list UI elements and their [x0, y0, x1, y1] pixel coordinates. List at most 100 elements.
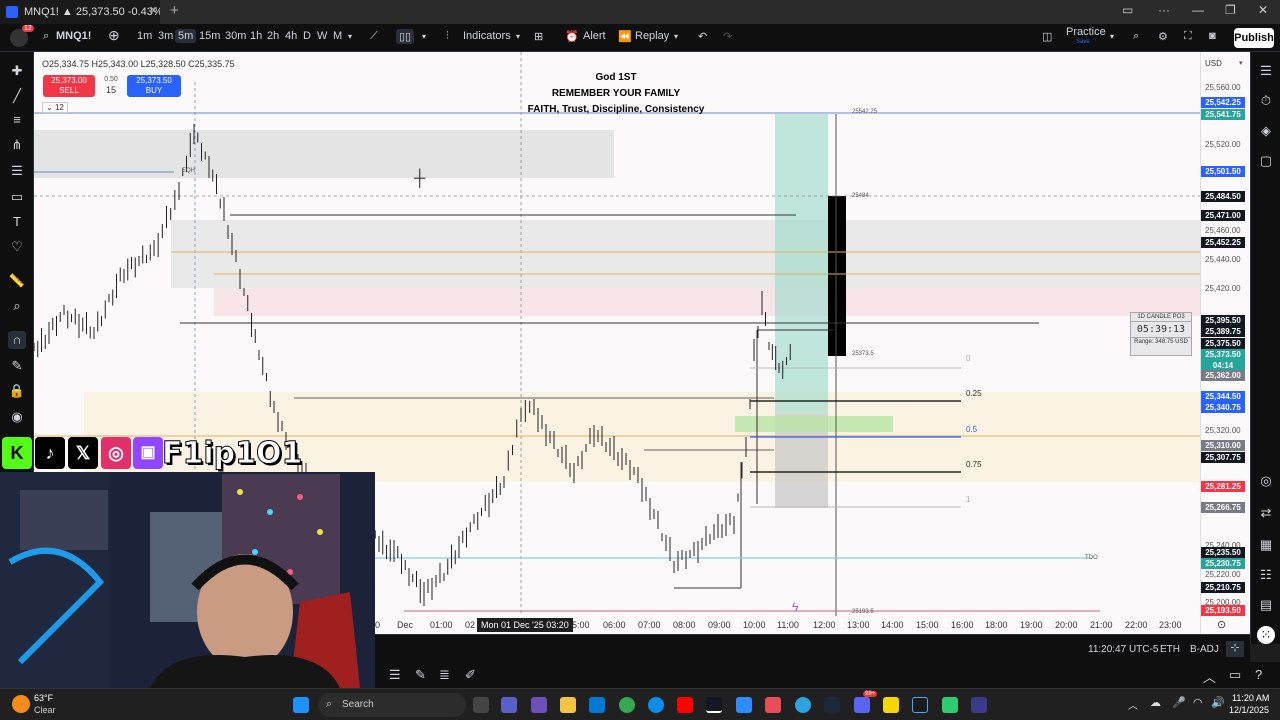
indicators-icon[interactable]: ⫶ [446, 30, 449, 43]
interval-d[interactable]: D [303, 30, 311, 42]
text-tool-icon[interactable]: T [8, 213, 26, 231]
target-icon[interactable]: ◎ [1257, 472, 1275, 490]
order-quantity[interactable]: 0.50 15 [98, 74, 124, 96]
replay-dropdown-icon[interactable]: ▾ [674, 32, 678, 41]
alert-clock-icon[interactable]: ⏰ [565, 30, 579, 43]
magnet-icon[interactable]: ∩ [8, 331, 26, 349]
edge-icon[interactable] [648, 697, 664, 713]
browser-tab[interactable]: MNQ1! ▲ 25,373.50 -0.43% / Pr [0, 0, 160, 24]
sell-button[interactable]: 25,373.00 SELL [43, 75, 95, 97]
taskbar-time[interactable]: 11:20 AM [1232, 693, 1269, 703]
settings-gear-icon[interactable]: ⚙ [1158, 30, 1168, 43]
price-axis[interactable]: USD ▾ 25,560.00 25,520.00 25,460.00 25,4… [1200, 52, 1250, 634]
weather-desc[interactable]: Clear [34, 705, 56, 715]
indicator-legend-toggle[interactable]: ⌄ 12 [42, 102, 68, 113]
apps-grid-icon[interactable]: ⁙ [1257, 626, 1275, 644]
publish-button[interactable]: Publish [1234, 28, 1274, 48]
currency-label[interactable]: USD [1205, 59, 1222, 68]
steam-icon[interactable] [824, 697, 840, 713]
redo-icon[interactable]: ↷ [723, 30, 732, 43]
zoom-app-icon[interactable] [736, 697, 752, 713]
favorites-heart-icon[interactable]: ♡ [8, 238, 26, 256]
camera-icon[interactable]: ◙ [1209, 30, 1216, 42]
onedrive-icon[interactable]: ☁ [1150, 696, 1161, 709]
task-view-icon[interactable] [473, 697, 489, 713]
interval-4h[interactable]: 4h [285, 30, 297, 42]
edit-lines-icon[interactable]: ≣ [439, 667, 450, 683]
sticky-notes-icon[interactable] [883, 697, 899, 713]
interval-1h[interactable]: 1h [250, 30, 262, 42]
alert-button[interactable]: Alert [583, 30, 606, 42]
window-icon[interactable]: ▭ [1229, 667, 1241, 683]
interval-1m[interactable]: 1m [137, 30, 152, 42]
alerts-clock-icon[interactable]: ⏱ [1257, 92, 1275, 110]
lightning-event-icon[interactable]: ϟ [792, 600, 798, 614]
time-axis[interactable]: 0 Dec 01:00 02 05:00 06:00 07:00 08:00 09:00 10:0… [375, 616, 1226, 634]
youtube-icon[interactable] [677, 697, 693, 713]
cast-icon[interactable]: ▭ [1122, 3, 1133, 17]
fullscreen-icon[interactable]: ⛶ [1184, 30, 1192, 43]
scale-toggle-icon[interactable]: ⊹ [1226, 641, 1244, 657]
chat-icon[interactable]: ▢ [1257, 152, 1275, 170]
store-icon[interactable] [589, 697, 605, 713]
practice-dropdown-icon[interactable]: ▾ [1110, 32, 1114, 41]
weather-icon[interactable] [12, 695, 30, 713]
interval-m[interactable]: M [333, 30, 342, 42]
crosshair-icon[interactable]: ✚ [8, 62, 26, 80]
interval-3m[interactable]: 3m [158, 30, 173, 42]
watchlist-icon[interactable]: ☰ [1257, 62, 1275, 80]
mic-icon[interactable]: 🎤 [1172, 696, 1186, 709]
draw-icon[interactable]: ✐ [465, 667, 476, 683]
collapse-up-icon[interactable]: ︿ [1203, 667, 1216, 686]
line-chart-icon[interactable]: ⟋ [370, 30, 378, 43]
compare-add-icon[interactable]: ⊕ [108, 27, 120, 44]
visibility-eye-icon[interactable]: ◉ [8, 408, 26, 426]
ruler-icon[interactable]: 📏 [8, 272, 26, 290]
file-explorer-icon[interactable] [560, 697, 576, 713]
network-icon[interactable]: ◠ [1193, 696, 1203, 709]
symbol-search[interactable]: MNQ1! [56, 30, 91, 42]
interval-15m[interactable]: 15m [199, 30, 220, 42]
chart-type-dropdown-icon[interactable]: ▾ [422, 32, 426, 41]
interval-w[interactable]: W [317, 30, 327, 42]
search-icon[interactable]: ⌕ [43, 30, 49, 43]
chrome-icon[interactable] [619, 697, 635, 713]
weather-temp[interactable]: 63°F [34, 693, 53, 703]
indicators-button[interactable]: Indicators [463, 30, 511, 42]
app-green-icon[interactable] [942, 697, 958, 713]
close-window-icon[interactable]: ✕ [1258, 3, 1268, 17]
taskbar-date[interactable]: 12/1/2025 [1229, 705, 1269, 715]
discord-icon[interactable] [854, 697, 870, 713]
obs-app-icon[interactable] [765, 697, 781, 713]
minimize-icon[interactable]: — [1192, 3, 1204, 17]
teams-icon[interactable] [501, 697, 517, 713]
replay-button[interactable]: Replay [635, 30, 669, 42]
interval-30m[interactable]: 30m [225, 30, 246, 42]
adjustment-toggle[interactable]: B-ADJ [1190, 644, 1219, 655]
practice-account[interactable]: Practice [1066, 26, 1106, 38]
volume-icon[interactable]: 🔊 [1211, 696, 1225, 709]
telegram-icon[interactable] [795, 697, 811, 713]
help-icon[interactable]: ? [1255, 667, 1262, 682]
undo-icon[interactable]: ↶ [698, 30, 707, 43]
transfer-icon[interactable]: ⇄ [1257, 504, 1275, 522]
replay-icon[interactable]: ⏪ [618, 30, 632, 43]
trendline-icon[interactable]: ╱ [8, 87, 26, 105]
indicators-dropdown-icon[interactable]: ▾ [516, 32, 520, 41]
tab-close-icon[interactable]: ✕ [149, 4, 158, 17]
start-windows-icon[interactable] [293, 697, 309, 713]
shapes-icon[interactable]: ▭ [8, 188, 26, 206]
horizontal-lines-icon[interactable]: ≡ [8, 111, 26, 129]
panel-icon[interactable]: ◫ [1042, 30, 1052, 43]
panel-menu-icon[interactable]: ☰ [389, 667, 401, 683]
layout-grid-icon[interactable]: ⊞ [534, 30, 543, 43]
tray-chevron-icon[interactable]: ︿ [1128, 697, 1138, 712]
clock-readout[interactable]: 11:20:47 UTC-5 [1088, 644, 1158, 655]
lock-icon[interactable]: 🔒 [8, 382, 26, 400]
zoom-icon[interactable]: ⌕ [8, 297, 26, 315]
interval-5m[interactable]: 5m [175, 29, 197, 43]
copilot-icon[interactable] [531, 697, 547, 713]
fib-tool-icon[interactable]: ☰ [8, 162, 26, 180]
terminal-icon[interactable] [912, 697, 928, 713]
buy-button[interactable]: 25,373.50 BUY [127, 75, 181, 97]
